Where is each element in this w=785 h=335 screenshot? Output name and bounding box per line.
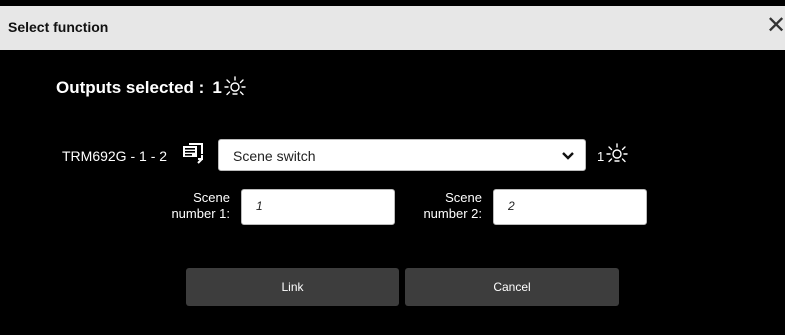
device-label: TRM692G - 1 - 2 (62, 148, 168, 164)
close-icon[interactable]: ✕ (765, 12, 785, 40)
outputs-selected-label: Outputs selected : (56, 78, 205, 97)
dialog-titlebar: Select function ✕ (0, 6, 785, 50)
chevron-down-icon (562, 152, 574, 160)
scene-number-1-label: Scene number 1: (171, 190, 230, 221)
selected-outputs-indicator: 1 (597, 143, 628, 164)
function-select[interactable]: Scene switch (218, 139, 586, 171)
device-assign-icon[interactable] (181, 141, 205, 165)
outputs-selected-count: 1 (212, 78, 222, 97)
outputs-selected: Outputs selected : 1 (56, 76, 246, 98)
dialog-title: Select function (8, 19, 109, 35)
selected-outputs-count: 1 (597, 148, 605, 164)
lamp-icon (224, 76, 246, 96)
scene-number-1-input[interactable] (241, 189, 395, 225)
lamp-icon (606, 143, 628, 163)
scene-number-2-label: Scene number 2: (423, 190, 482, 221)
function-select-value: Scene switch (233, 148, 316, 164)
cancel-button[interactable]: Cancel (405, 268, 619, 306)
scene-number-2-input[interactable] (493, 189, 647, 225)
link-button[interactable]: Link (186, 268, 399, 306)
